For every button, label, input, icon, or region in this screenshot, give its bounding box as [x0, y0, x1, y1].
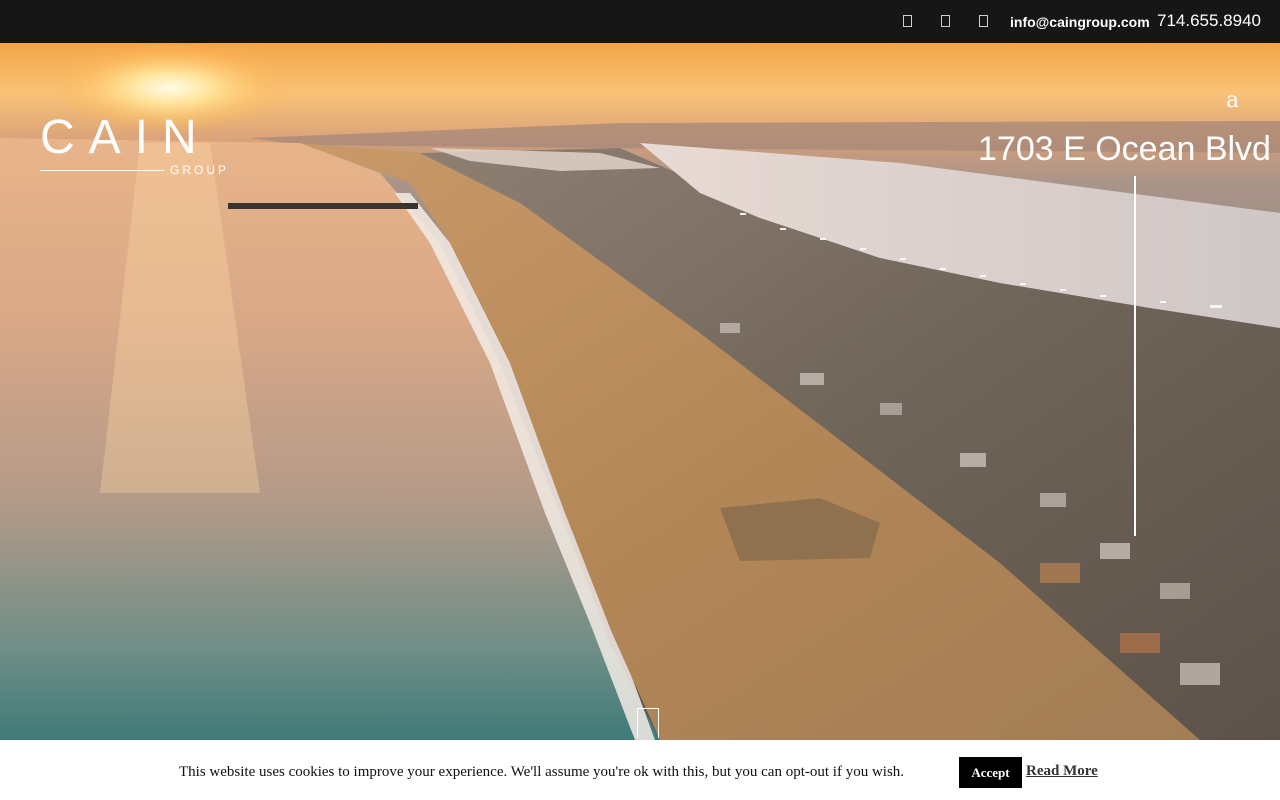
- social-icon[interactable]: [979, 15, 988, 27]
- logo-subtitle: GROUP: [170, 163, 230, 177]
- phone-link[interactable]: 714.655.8940: [1157, 11, 1261, 31]
- accept-cookies-button[interactable]: Accept: [959, 757, 1022, 788]
- cookie-banner: This website uses cookies to improve you…: [0, 740, 1280, 800]
- logo-divider: [40, 170, 164, 171]
- logo-wordmark: CAIN: [40, 111, 211, 164]
- email-link[interactable]: info@caingroup.com: [1010, 14, 1150, 30]
- social-icon[interactable]: [903, 15, 912, 27]
- top-bar: info@caingroup.com 714.655.8940: [0, 0, 1280, 43]
- social-icon[interactable]: [941, 15, 950, 27]
- property-address: 1703 E Ocean Blvd: [978, 130, 1271, 168]
- cookie-message: This website uses cookies to improve you…: [179, 764, 905, 780]
- menu-icon[interactable]: a: [1226, 88, 1239, 113]
- read-more-link[interactable]: Read More: [1026, 763, 1098, 780]
- brand-logo[interactable]: CAIN GROUP: [40, 111, 230, 177]
- address-divider-line: [1134, 176, 1136, 536]
- scroll-down-icon[interactable]: [637, 708, 659, 738]
